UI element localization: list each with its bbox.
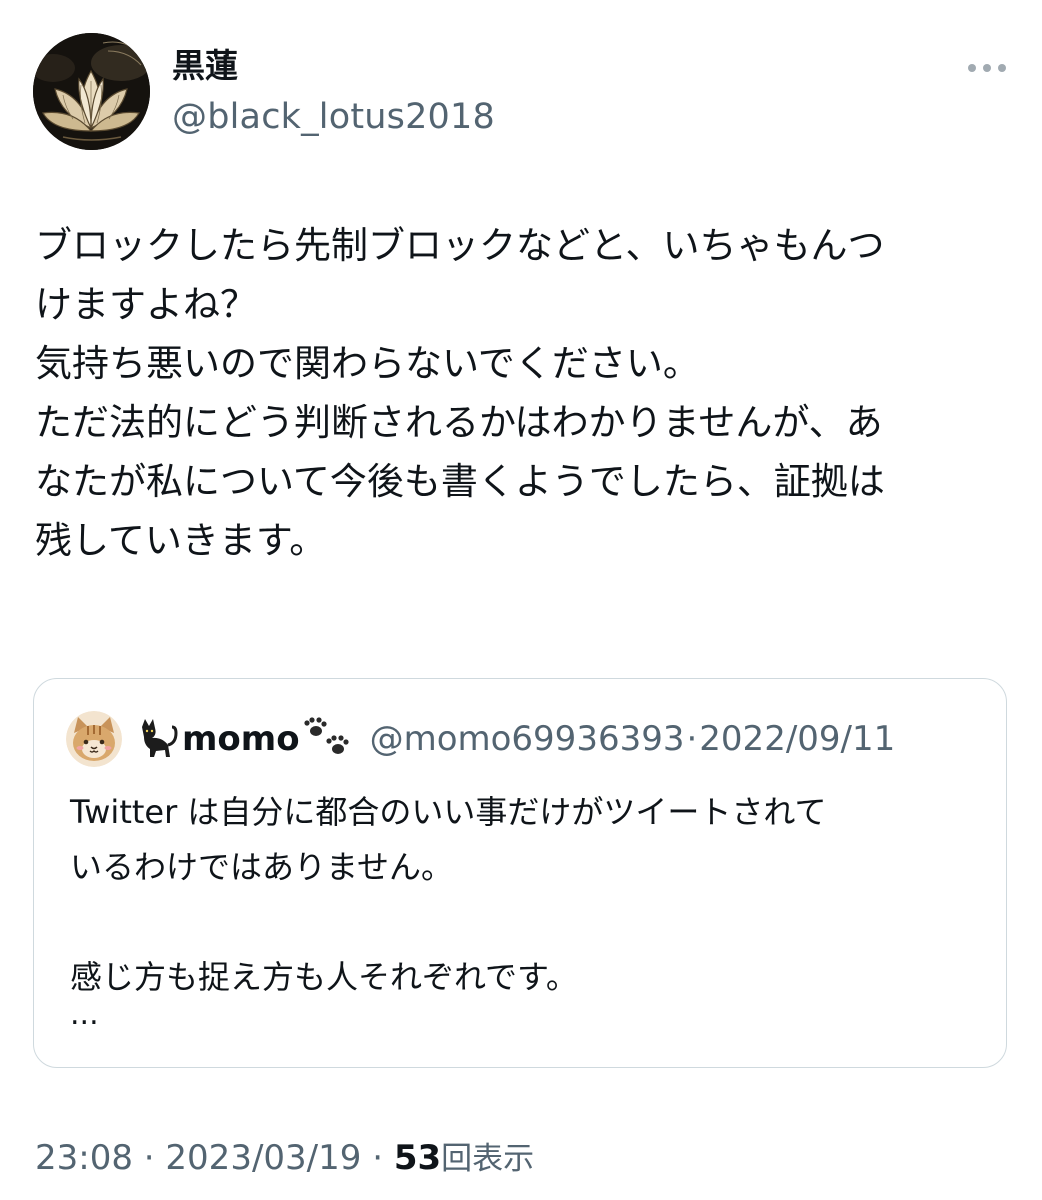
tweet: 黒蓮 @black_lotus2018 ブロックしたら先制ブロックなどと、いちゃ… — [0, 0, 1042, 1200]
cat-face-icon — [66, 711, 122, 767]
quoted-author-avatar[interactable] — [66, 711, 122, 767]
tweet-metadata: 23:08 · 2023/03/19 · 53回表示 — [35, 1134, 534, 1183]
quoted-text-line: 感じ方も捉え方も人それぞれです。 — [70, 958, 578, 996]
black-cat-icon — [142, 719, 178, 757]
paw-prints-icon — [303, 717, 349, 754]
author-avatar[interactable] — [33, 33, 150, 150]
lotus-icon — [33, 33, 150, 150]
tweet-text-line: ただ法的にどう判断されるかはわかりませんが、あ — [35, 401, 883, 444]
quoted-text-ellipsis: ... — [70, 997, 99, 1032]
tweet-text-line: けますよね？ — [35, 283, 257, 326]
quoted-tweet-card[interactable]: momo @momo69936393 · 2022/09/11 Twitter … — [33, 678, 1007, 1068]
quoted-author-name-text: momo — [182, 719, 300, 759]
author-display-name[interactable]: 黒蓮 — [172, 44, 238, 88]
views-label: 回表示 — [441, 1141, 535, 1177]
tweet-text-line: 気持ち悪いので関わらないでください。 — [35, 342, 700, 385]
quoted-separator: · — [686, 719, 698, 759]
quoted-tweet-header: momo @momo69936393 · 2022/09/11 — [66, 711, 895, 767]
meta-separator: · — [361, 1138, 394, 1178]
more-horizontal-icon — [968, 64, 1006, 72]
author-handle[interactable]: @black_lotus2018 — [172, 94, 495, 140]
tweet-text-line: 残していきます。 — [35, 519, 327, 562]
meta-separator: · — [132, 1138, 166, 1178]
quoted-author-handle[interactable]: @momo69936393 — [370, 719, 685, 759]
tweet-date[interactable]: 2023/03/19 — [165, 1138, 361, 1178]
quoted-text-blank-line — [70, 895, 970, 950]
tweet-text: ブロックしたら先制ブロックなどと、いちゃもんつ けますよね？ 気持ち悪いので関わ… — [35, 216, 1020, 570]
tweet-text-line: なたが私について今後も書くようでしたら、証拠は — [35, 460, 885, 503]
quoted-text-line: Twitter は自分に都合のいい事だけがツイートされて — [70, 793, 827, 831]
tweet-text-line: ブロックしたら先制ブロックなどと、いちゃもんつ — [35, 224, 885, 267]
quoted-text-line: いるわけではありません。 — [70, 848, 454, 886]
views-count[interactable]: 53 — [394, 1138, 441, 1178]
quoted-tweet-date[interactable]: 2022/09/11 — [699, 719, 895, 759]
more-options-button[interactable] — [962, 52, 1012, 84]
tweet-time[interactable]: 23:08 — [35, 1138, 133, 1178]
quoted-author-name[interactable]: momo — [132, 717, 356, 761]
quoted-tweet-text: Twitter は自分に都合のいい事だけがツイートされて いるわけではありません… — [70, 785, 970, 1005]
